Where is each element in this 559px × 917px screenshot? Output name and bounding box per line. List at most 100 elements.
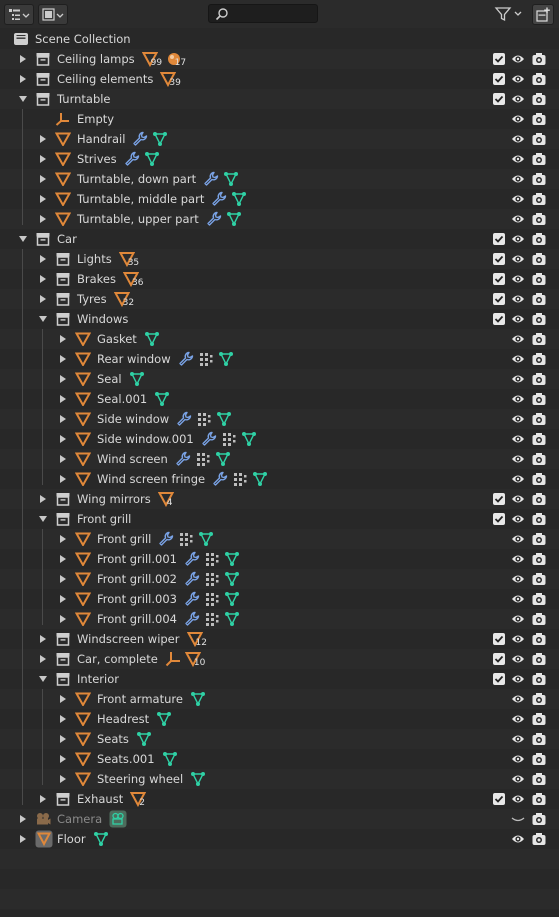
eye-icon[interactable] [511,733,525,745]
outliner-row-front-grill[interactable]: Front grill [0,529,559,549]
row-label[interactable]: Seal [97,372,122,386]
outliner-row-front-grill-004[interactable]: Front grill.004 [0,609,559,629]
expand-arrow-icon[interactable] [58,693,68,705]
eye-icon[interactable] [511,193,525,205]
outliner-row-ceiling-lamps[interactable]: Ceiling lamps 99 17 [0,49,559,69]
collapse-arrow-icon[interactable] [18,93,28,105]
outliner-row-windscreen-wiper[interactable]: Windscreen wiper 12 [0,629,559,649]
render-camera-icon[interactable] [532,792,546,806]
lattice-icon[interactable] [204,551,220,567]
outliner-row-seal-001[interactable]: Seal.001 [0,389,559,409]
row-label[interactable]: Windscreen wiper [77,632,180,646]
outliner-row-camera[interactable]: Camera [0,809,559,829]
wrench-icon[interactable] [184,551,200,567]
wrench-icon[interactable] [203,171,219,187]
wrench-icon[interactable] [178,351,194,367]
exclude-checkbox[interactable] [493,253,505,265]
row-label[interactable]: Side window [97,412,169,426]
row-label[interactable]: Interior [77,672,119,686]
outliner-row-turntable-down-part[interactable]: Turntable, down part [0,169,559,189]
render-camera-icon[interactable] [532,52,546,66]
expand-arrow-icon[interactable] [58,573,68,585]
render-camera-icon[interactable] [532,72,546,86]
outliner-row-car-complete[interactable]: Car, complete 10 [0,649,559,669]
wrench-icon[interactable] [176,411,192,427]
row-label[interactable]: Windows [77,312,128,326]
vertex-icon[interactable] [93,831,109,847]
eye-icon[interactable] [511,333,525,345]
eye-icon[interactable] [511,253,525,265]
outliner-row-gasket[interactable]: Gasket [0,329,559,349]
lattice-icon[interactable] [204,611,220,627]
search-field[interactable] [208,4,318,23]
collapse-arrow-icon[interactable] [38,673,48,685]
exclude-checkbox[interactable] [493,653,505,665]
eye-icon[interactable] [511,153,525,165]
eye-icon[interactable] [511,493,525,505]
filter-popover-button[interactable] [493,4,525,23]
vertex-icon[interactable] [218,351,234,367]
expand-arrow-icon[interactable] [58,373,68,385]
render-camera-icon[interactable] [532,252,546,266]
row-label[interactable]: Front armature [97,692,183,706]
row-label[interactable]: Tyres [77,292,107,306]
expand-arrow-icon[interactable] [58,593,68,605]
row-label[interactable]: Ceiling elements [57,72,153,86]
vertex-icon[interactable] [224,591,240,607]
vertex-icon[interactable] [162,751,178,767]
outliner-row-ceiling-elements[interactable]: Ceiling elements 39 [0,69,559,89]
row-label[interactable]: Car, complete [77,652,158,666]
wrench-icon[interactable] [211,191,227,207]
wrench-icon[interactable] [158,531,174,547]
eye-icon[interactable] [511,213,525,225]
vertex-icon[interactable] [190,771,206,787]
render-camera-icon[interactable] [532,512,546,526]
search-input[interactable] [229,6,313,21]
render-camera-icon[interactable] [532,212,546,226]
outliner-row-seats[interactable]: Seats [0,729,559,749]
render-camera-icon[interactable] [532,692,546,706]
render-camera-icon[interactable] [532,592,546,606]
expand-arrow-icon[interactable] [58,613,68,625]
row-label[interactable]: Floor [57,832,86,846]
render-camera-icon[interactable] [532,272,546,286]
render-camera-icon[interactable] [532,572,546,586]
lattice-icon[interactable] [204,571,220,587]
render-camera-icon[interactable] [532,712,546,726]
outliner-row-front-grill[interactable]: Front grill [0,509,559,529]
outliner-row-car[interactable]: Car [0,229,559,249]
outliner-row-seats-001[interactable]: Seats.001 [0,749,559,769]
outliner-row-wing-mirrors[interactable]: Wing mirrors 4 [0,489,559,509]
eye-icon[interactable] [511,53,525,65]
lattice-icon[interactable] [204,591,220,607]
render-camera-icon[interactable] [532,472,546,486]
expand-arrow-icon[interactable] [38,493,48,505]
outliner-row-empty[interactable]: Empty [0,109,559,129]
exclude-checkbox[interactable] [493,53,505,65]
outliner-row-wind-screen-fringe[interactable]: Wind screen fringe [0,469,559,489]
render-camera-icon[interactable] [532,112,546,126]
expand-arrow-icon[interactable] [18,53,28,65]
collapse-arrow-icon[interactable] [38,513,48,525]
eye-icon[interactable] [511,693,525,705]
expand-arrow-icon[interactable] [38,273,48,285]
row-label[interactable]: Steering wheel [97,772,183,786]
exclude-checkbox[interactable] [493,313,505,325]
expand-arrow-icon[interactable] [58,473,68,485]
eye-icon[interactable] [511,793,525,805]
lattice-icon[interactable] [221,431,237,447]
wrench-icon[interactable] [132,131,148,147]
eye-icon[interactable] [511,113,525,125]
expand-arrow-icon[interactable] [58,553,68,565]
eye-icon[interactable] [511,533,525,545]
expand-arrow-icon[interactable] [58,733,68,745]
eye-closed-icon[interactable] [511,813,525,825]
lattice-icon[interactable] [195,451,211,467]
outliner-row-headrest[interactable]: Headrest [0,709,559,729]
display-mode-dropdown[interactable] [4,4,34,25]
outliner-row-side-window-001[interactable]: Side window.001 [0,429,559,449]
outliner-row-rear-window[interactable]: Rear window [0,349,559,369]
render-camera-icon[interactable] [532,632,546,646]
eye-icon[interactable] [511,553,525,565]
render-camera-icon[interactable] [532,752,546,766]
